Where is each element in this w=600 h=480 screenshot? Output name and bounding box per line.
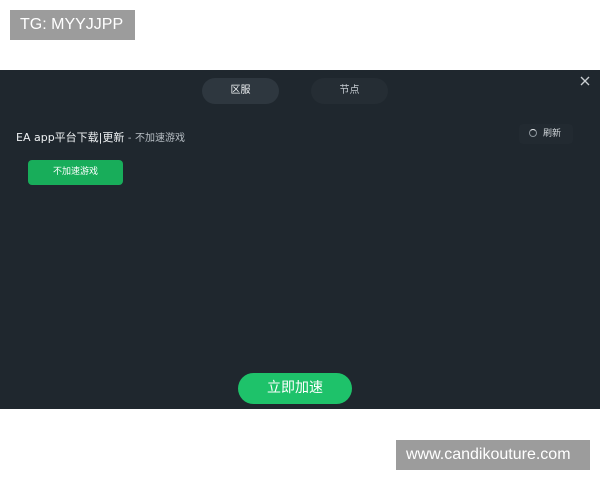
- tab-node[interactable]: 节点: [311, 78, 388, 104]
- watermark-top: TG: MYYJJPP: [10, 10, 135, 40]
- game-separator: -: [127, 133, 132, 144]
- game-status: 不加速游戏: [135, 133, 185, 144]
- close-icon: [580, 76, 590, 86]
- accelerator-dialog: 区服 节点 EA app平台下载|更新 - 不加速游戏 刷新 不加速游戏 立即加…: [0, 70, 600, 409]
- refresh-button[interactable]: 刷新: [519, 124, 573, 144]
- watermark-bottom: www.candikouture.com: [396, 440, 590, 470]
- refresh-label: 刷新: [543, 129, 562, 139]
- game-name: EA app平台下载|更新: [16, 131, 125, 144]
- no-accelerate-button[interactable]: 不加速游戏: [28, 160, 123, 185]
- accelerate-now-button[interactable]: 立即加速: [238, 373, 352, 404]
- page: TG: MYYJJPP 区服 节点 EA app平台下载|更新 - 不加速游戏 …: [0, 0, 600, 480]
- game-info: EA app平台下载|更新 - 不加速游戏: [16, 129, 185, 145]
- tab-region[interactable]: 区服: [202, 78, 279, 104]
- close-button[interactable]: [576, 72, 594, 90]
- spinner-icon: [529, 129, 537, 137]
